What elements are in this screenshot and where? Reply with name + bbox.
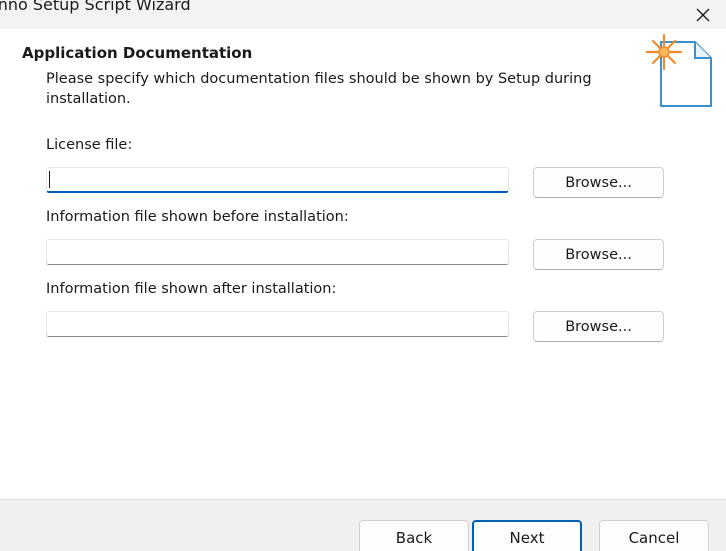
info-before-label: Information file shown before installati…	[46, 209, 349, 225]
info-after-input[interactable]	[46, 311, 509, 337]
wizard-window: Inno Setup Script Wizard Application Doc…	[0, 0, 726, 551]
license-file-label: License file:	[46, 137, 133, 153]
next-button[interactable]: Next	[472, 520, 582, 551]
info-after-label: Information file shown after installatio…	[46, 281, 337, 297]
window-title: Inno Setup Script Wizard	[0, 0, 191, 14]
cancel-button[interactable]: Cancel	[599, 520, 709, 551]
page-title: Application Documentation	[22, 44, 253, 62]
close-button[interactable]	[680, 0, 726, 29]
license-file-browse-button[interactable]: Browse...	[533, 167, 664, 198]
info-after-browse-button[interactable]: Browse...	[533, 311, 664, 342]
page-header: Application Documentation Please specify…	[0, 29, 726, 115]
text-caret	[49, 171, 50, 188]
info-before-input[interactable]	[46, 239, 509, 265]
page-description: Please specify which documentation files…	[46, 71, 592, 107]
document-sparkle-icon	[645, 33, 712, 107]
close-icon	[696, 8, 710, 21]
title-bar: Inno Setup Script Wizard	[0, 0, 726, 29]
back-button[interactable]: Back	[359, 520, 469, 551]
license-file-input[interactable]	[46, 167, 509, 193]
footer-bar: Back Next Cancel	[0, 499, 726, 551]
info-before-browse-button[interactable]: Browse...	[533, 239, 664, 270]
